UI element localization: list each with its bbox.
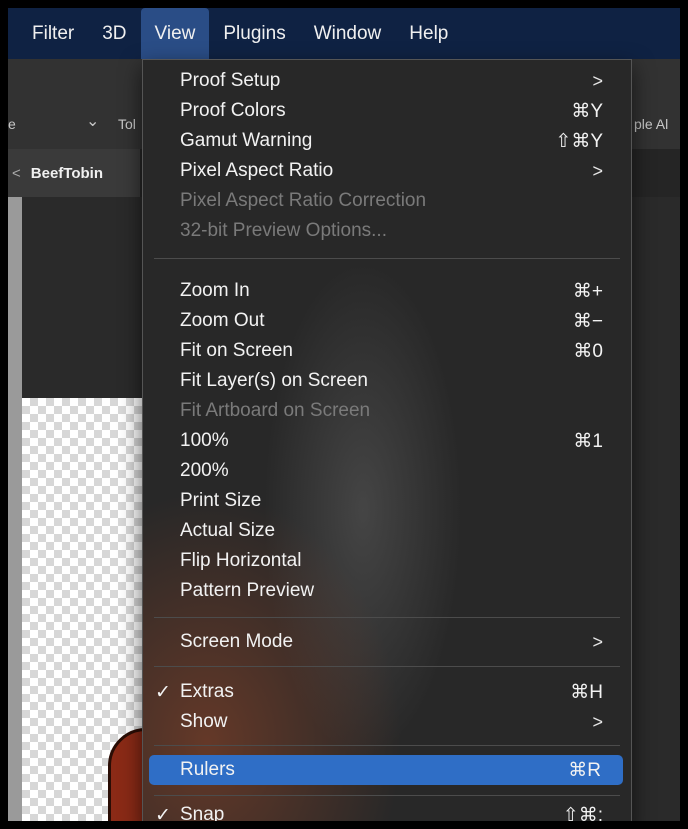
- menu-item-100-percent[interactable]: 100% ⌘1: [143, 426, 631, 456]
- menu-item-label: Show: [180, 711, 228, 732]
- menu-item-proof-colors[interactable]: Proof Colors ⌘Y: [143, 96, 631, 126]
- menu-item-shortcut: ⌘R: [568, 759, 601, 781]
- menu-separator: [154, 617, 620, 618]
- menu-item-flip-horizontal[interactable]: Flip Horizontal: [143, 546, 631, 576]
- menu-item-rulers[interactable]: Rulers ⌘R: [149, 755, 623, 785]
- menu-item-label: Fit on Screen: [180, 340, 293, 361]
- options-left-fragment[interactable]: e: [8, 116, 16, 132]
- menu-item-extras[interactable]: ✓ Extras ⌘H: [143, 677, 631, 707]
- menu-item-screen-mode[interactable]: Screen Mode >: [143, 627, 631, 657]
- chevron-down-icon[interactable]: ⌄: [86, 111, 99, 131]
- menu-item-label: Pattern Preview: [180, 580, 315, 601]
- menu-window[interactable]: Window: [300, 8, 396, 59]
- app-frame: Filter 3D View Plugins Window Help e ⌄ T…: [8, 8, 680, 821]
- menu-filter[interactable]: Filter: [8, 8, 88, 59]
- menu-item-shortcut: ⌘0: [573, 340, 603, 362]
- menu-item-pixel-aspect-ratio[interactable]: Pixel Aspect Ratio >: [143, 156, 631, 186]
- menu-item-label: Zoom Out: [180, 310, 265, 331]
- menu-separator: [154, 745, 620, 746]
- menu-item-200-percent[interactable]: 200%: [143, 456, 631, 486]
- menu-separator: [154, 795, 620, 796]
- submenu-arrow-icon: >: [592, 70, 603, 91]
- menu-item-fit-on-screen[interactable]: Fit on Screen ⌘0: [143, 336, 631, 366]
- checkmark-icon: ✓: [155, 681, 171, 703]
- menu-item-label: Actual Size: [180, 520, 276, 541]
- menu-item-label: 100%: [180, 430, 229, 451]
- menu-item-pixel-aspect-ratio-correction: Pixel Aspect Ratio Correction: [143, 186, 631, 216]
- menu-item-label: Fit Artboard on Screen: [180, 400, 371, 421]
- menu-item-label: Zoom In: [180, 280, 250, 301]
- document-tab-title: BeefTobin: [30, 164, 103, 182]
- checkmark-icon: ✓: [155, 804, 171, 822]
- submenu-arrow-icon: >: [592, 711, 603, 732]
- menu-item-label: Pixel Aspect Ratio Correction: [180, 190, 427, 211]
- menu-item-32bit-preview-options: 32-bit Preview Options...: [143, 216, 631, 246]
- menu-item-shortcut: ⌘−: [572, 310, 603, 332]
- menu-item-show[interactable]: Show >: [143, 707, 631, 737]
- menu-separator: [154, 258, 620, 259]
- menu-bar: Filter 3D View Plugins Window Help: [8, 8, 680, 59]
- menu-item-zoom-in[interactable]: Zoom In ⌘+: [143, 276, 631, 306]
- menu-separator: [154, 666, 620, 667]
- menu-item-label: Snap: [180, 804, 225, 821]
- submenu-arrow-icon: >: [592, 631, 603, 652]
- menu-item-shortcut: ⇧⌘;: [562, 804, 603, 822]
- submenu-arrow-icon: >: [592, 160, 603, 181]
- left-toolbar-strip: [8, 197, 22, 821]
- menu-item-label: Extras: [180, 681, 234, 702]
- menu-item-label: Proof Setup: [180, 70, 281, 91]
- document-tab[interactable]: < BeefTobin: [8, 149, 140, 197]
- menu-plugins[interactable]: Plugins: [209, 8, 299, 59]
- menu-item-pattern-preview[interactable]: Pattern Preview: [143, 576, 631, 606]
- menu-item-shortcut: ⌘+: [572, 280, 603, 302]
- menu-item-label: 32-bit Preview Options...: [180, 220, 387, 241]
- menu-item-proof-setup[interactable]: Proof Setup >: [143, 66, 631, 96]
- menu-item-snap[interactable]: ✓ Snap ⇧⌘;: [143, 800, 631, 821]
- menu-item-zoom-out[interactable]: Zoom Out ⌘−: [143, 306, 631, 336]
- menu-item-fit-artboard-on-screen: Fit Artboard on Screen: [143, 396, 631, 426]
- menu-item-shortcut: ⌘H: [570, 681, 603, 703]
- menu-item-label: Proof Colors: [180, 100, 286, 121]
- menu-view[interactable]: View: [140, 8, 210, 59]
- options-tool-fragment: Tol: [118, 116, 136, 132]
- menu-item-label: Gamut Warning: [180, 130, 313, 151]
- menu-item-shortcut: ⇧⌘Y: [555, 130, 603, 152]
- menu-item-gamut-warning[interactable]: Gamut Warning ⇧⌘Y: [143, 126, 631, 156]
- menu-help[interactable]: Help: [395, 8, 462, 59]
- menu-item-shortcut: ⌘1: [573, 430, 603, 452]
- menu-item-label: Pixel Aspect Ratio: [180, 160, 334, 181]
- view-menu-dropdown: Proof Setup > Proof Colors ⌘Y Gamut Warn…: [142, 59, 632, 821]
- menu-3d[interactable]: 3D: [88, 8, 140, 59]
- menu-item-label: Rulers: [180, 759, 235, 780]
- menu-item-label: Fit Layer(s) on Screen: [180, 370, 368, 391]
- options-right-fragment[interactable]: ple Al: [634, 116, 668, 132]
- menu-item-label: Flip Horizontal: [180, 550, 302, 571]
- menu-item-shortcut: ⌘Y: [571, 100, 603, 122]
- menu-item-print-size[interactable]: Print Size: [143, 486, 631, 516]
- chevron-left-icon[interactable]: <: [12, 165, 21, 182]
- menu-item-label: Print Size: [180, 490, 262, 511]
- menu-item-fit-layers-on-screen[interactable]: Fit Layer(s) on Screen: [143, 366, 631, 396]
- menu-item-label: 200%: [180, 460, 229, 481]
- menu-item-label: Screen Mode: [180, 631, 294, 652]
- menu-item-actual-size[interactable]: Actual Size: [143, 516, 631, 546]
